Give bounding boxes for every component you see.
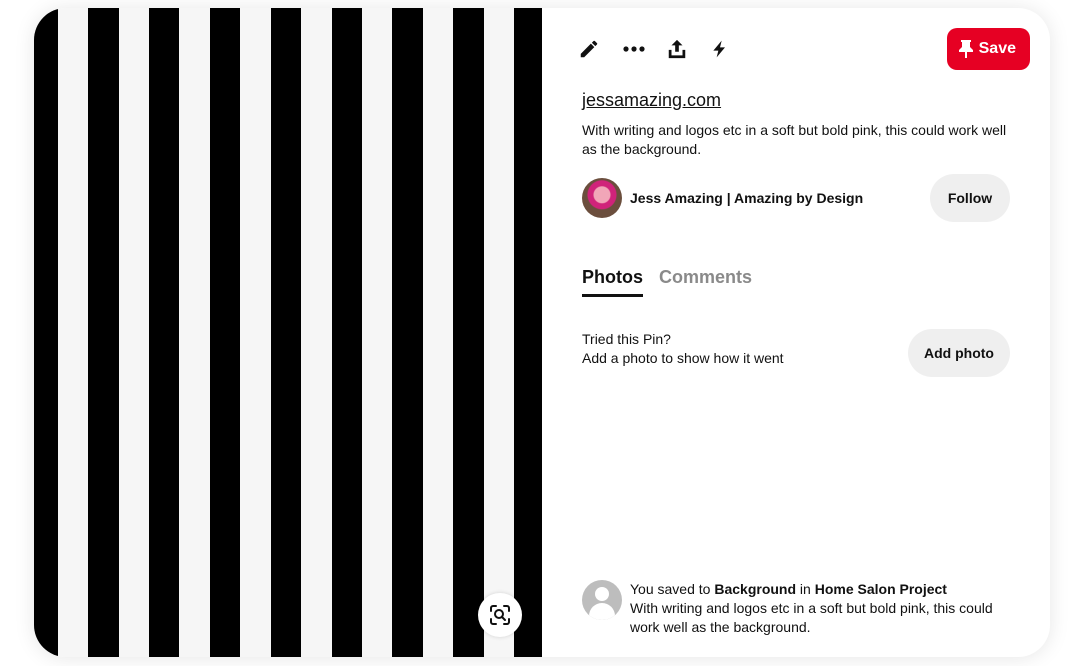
visual-search-button[interactable]	[478, 593, 522, 637]
edit-button[interactable]	[578, 28, 622, 70]
pin-details: Save jessamazing.com With writing and lo…	[542, 8, 1050, 657]
saved-project-link[interactable]: Home Salon Project	[815, 581, 947, 597]
pencil-icon	[580, 40, 598, 58]
user-avatar[interactable]	[582, 580, 622, 620]
creator-info: Jess Amazing | Amazing by Design	[582, 178, 863, 218]
more-options-button[interactable]	[622, 28, 666, 70]
pin-description: With writing and logos etc in a soft but…	[582, 122, 1007, 157]
more-icon	[623, 46, 645, 52]
tab-comments[interactable]: Comments	[659, 267, 752, 297]
follow-button[interactable]: Follow	[930, 174, 1010, 222]
pin-image[interactable]	[34, 8, 542, 657]
tried-pin-prompt: Tried this Pin? Add a photo to show how …	[582, 330, 784, 368]
saved-note: You saved to Background in Home Salon Pr…	[582, 580, 1020, 637]
saved-prefix: You saved to	[630, 581, 711, 597]
tried-pin-title: Tried this Pin?	[582, 331, 671, 347]
pin-closeup-card: Save jessamazing.com With writing and lo…	[34, 8, 1050, 657]
share-icon	[668, 39, 686, 59]
user-silhouette-head	[595, 587, 609, 601]
visual-search-icon	[490, 605, 510, 625]
save-button[interactable]: Save	[946, 28, 1030, 70]
add-photo-button[interactable]: Add photo	[908, 329, 1010, 377]
pushpin-icon	[958, 40, 973, 58]
saved-note-text: With writing and logos etc in a soft but…	[630, 600, 993, 635]
pin-toolbar: Save	[578, 28, 1030, 70]
tried-pin-subtitle: Add a photo to show how it went	[582, 350, 784, 366]
share-button[interactable]	[666, 28, 710, 70]
creator-avatar[interactable]	[582, 178, 622, 218]
saved-board-link[interactable]: Background	[714, 581, 796, 597]
pin-tabs: Photos Comments	[582, 267, 752, 297]
quick-action-button[interactable]	[710, 28, 754, 70]
tab-photos[interactable]: Photos	[582, 267, 643, 297]
user-silhouette-body	[589, 603, 615, 620]
save-button-label: Save	[978, 40, 1016, 57]
creator-name[interactable]: Jess Amazing | Amazing by Design	[630, 190, 863, 206]
source-link[interactable]: jessamazing.com	[582, 90, 721, 111]
saved-text: You saved to Background in Home Salon Pr…	[630, 580, 1020, 637]
saved-connector: in	[799, 581, 811, 597]
lightning-icon	[713, 40, 725, 58]
